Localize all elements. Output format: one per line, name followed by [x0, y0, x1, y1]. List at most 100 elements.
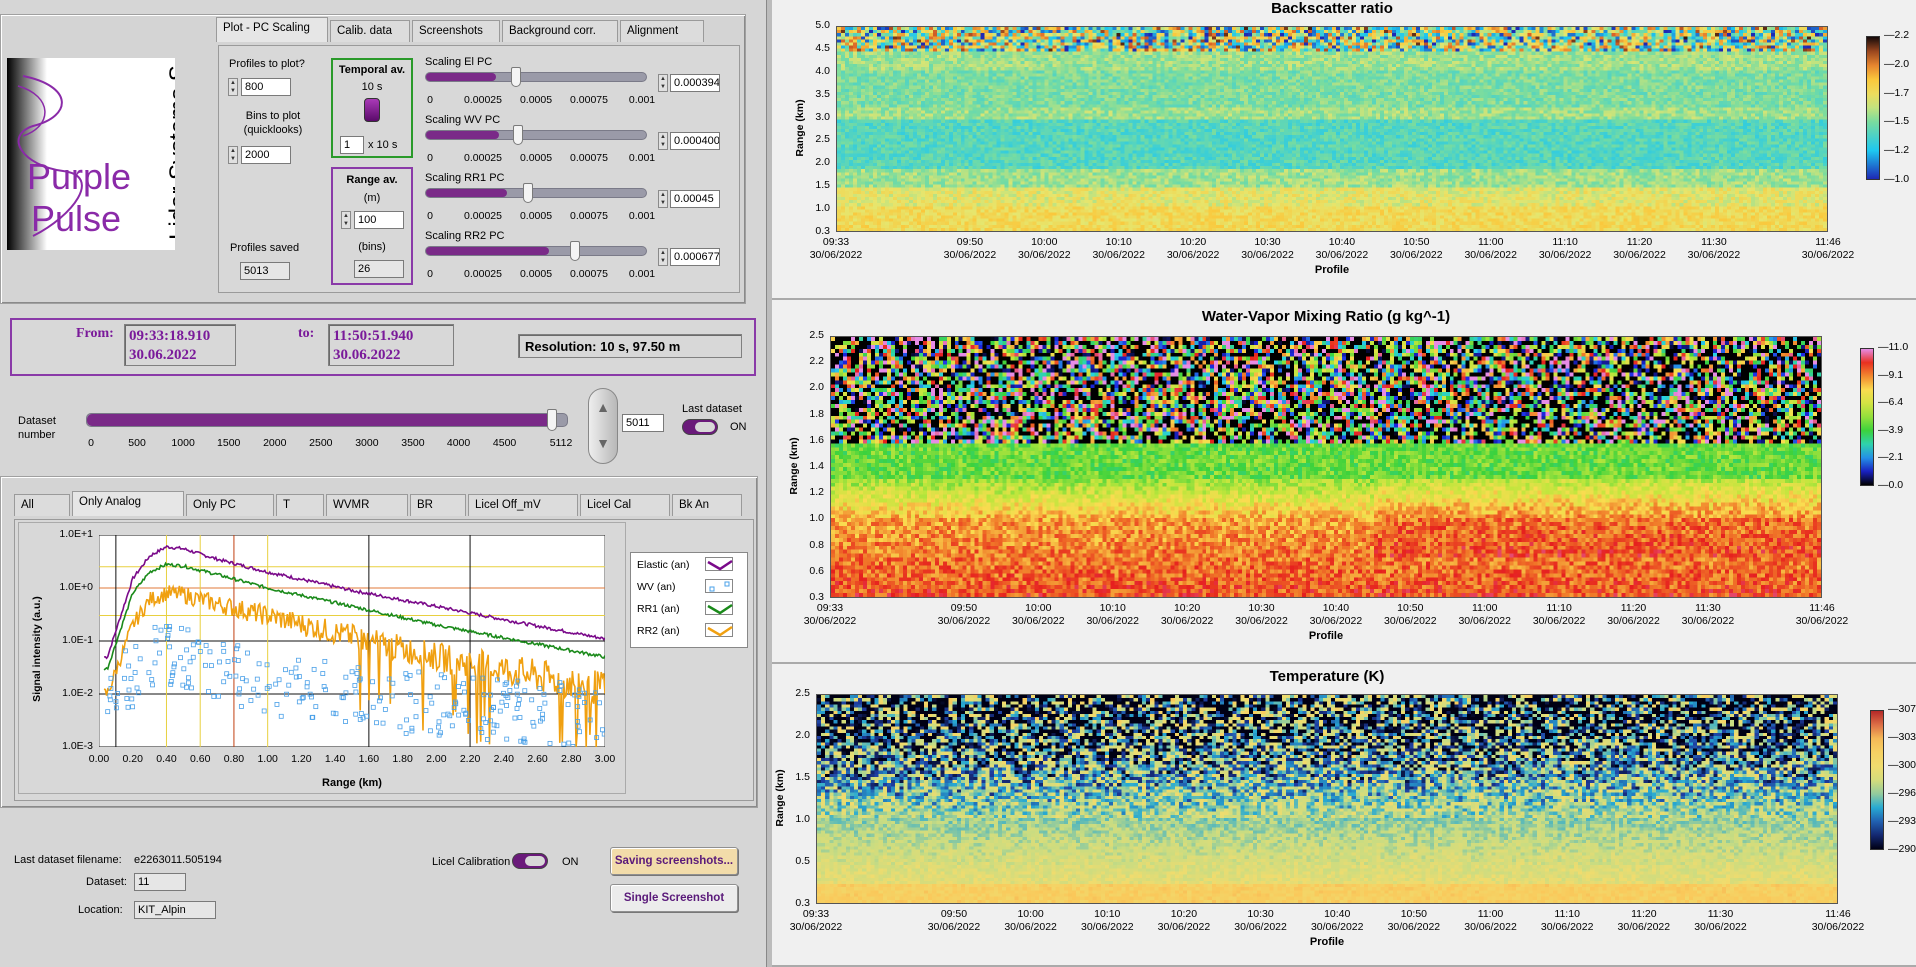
heatmap-xtick: 11:10 30/06/2022 — [1538, 236, 1592, 261]
heatmap-xtick: 11:46 30/06/2022 — [1801, 236, 1855, 261]
heatmap-xtick: 10:10 30/06/2022 — [1080, 908, 1134, 933]
scaling-el-value[interactable]: 0.000394 — [670, 74, 720, 92]
profiles-saved-value: 5013 — [240, 262, 290, 280]
tab-calib-data[interactable]: Calib. data — [330, 20, 410, 42]
tab-screenshots[interactable]: Screenshots — [412, 20, 500, 42]
heatmap-ytick: 1.2 — [809, 486, 824, 499]
signal-xtick: 1.00 — [257, 753, 278, 765]
scaling-rr1-spinner[interactable]: ▲ ▼ — [658, 190, 668, 208]
tab-alignment[interactable]: Alignment — [620, 20, 704, 42]
licel-cal-toggle[interactable] — [512, 853, 548, 869]
range-av-spinner[interactable]: ▲ ▼ — [341, 211, 351, 229]
heatmap-ytick: 1.5 — [795, 771, 810, 783]
profiles-to-plot-label: Profiles to plot? — [229, 58, 305, 70]
heatmap-xtick: 10:30 30/06/2022 — [1234, 908, 1287, 933]
heatmap-xtick: 10:00 30/06/2022 — [1012, 602, 1065, 627]
scaling-wv-slider[interactable] — [425, 125, 647, 145]
colorbar-label: —1.5 — [1884, 115, 1910, 128]
bins-spinner[interactable]: ▲ ▼ — [228, 146, 238, 164]
signal-plot-area — [99, 535, 605, 747]
temporal-av-multiplier[interactable]: 1 — [340, 136, 364, 154]
signal-ytick: 1.0E+1 — [59, 528, 93, 540]
heatmap-ylabel: Range (km) — [794, 99, 806, 157]
scaling-el-slider[interactable] — [425, 67, 647, 87]
logo-text-bottom: Pulse — [31, 198, 122, 239]
scaling-rr1-value[interactable]: 0.00045 — [670, 190, 720, 208]
dataset-stepper[interactable]: ▲ ▼ — [588, 388, 618, 464]
profiles-to-plot-input[interactable]: 800 — [241, 78, 291, 96]
scaling-wv-value[interactable]: 0.000400 — [670, 132, 720, 150]
heatmap-xtick: 11:46 30/06/2022 — [1811, 908, 1865, 933]
range-av-m-input[interactable]: 100 — [354, 211, 404, 229]
heatmap-ytick: 2.5 — [815, 133, 830, 146]
scaling-rr2-slider[interactable] — [425, 241, 647, 261]
scaling-wv-label: Scaling WV PC — [425, 114, 501, 126]
colorbar-label: —2.2 — [1884, 29, 1910, 41]
tab-background-corr[interactable]: Background corr. — [502, 20, 618, 42]
to-label: to: — [298, 326, 315, 341]
tab-t[interactable]: T — [276, 494, 324, 516]
single-screenshot-button[interactable]: Single Screenshot — [610, 884, 738, 912]
tab-only-pc[interactable]: Only PC — [186, 494, 274, 516]
colorbar-label: —1.7 — [1884, 86, 1910, 99]
company-name: Lidar Systems S.L. — [165, 58, 175, 240]
profiles-saved-label: Profiles saved — [230, 242, 300, 254]
from-label: From: — [76, 326, 114, 341]
tab-licel-cal[interactable]: Licel Cal — [580, 494, 670, 516]
heatmap-ylabel: Range (km) — [788, 437, 800, 495]
from-time: 09:33:18.910 — [129, 328, 211, 344]
legend-wv: WV (an) — [637, 581, 676, 593]
tab-plot-pc-scaling[interactable]: Plot - PC Scaling — [216, 17, 328, 42]
heatmap-ytick: 5.0 — [815, 19, 830, 31]
colorbar-label: —303.6 — [1888, 731, 1916, 743]
heatmap-xtick: 11:00 30/06/2022 — [1464, 908, 1517, 933]
colorbar-label: —6.4 — [1878, 396, 1904, 409]
heatmap-xtick: 09:33 30/06/2022 — [803, 602, 857, 627]
scaling-wv-spinner[interactable]: ▲ ▼ — [658, 132, 668, 150]
signal-ytick: 1.0E-2 — [62, 687, 93, 699]
temporal-av-unit: x 10 s — [368, 139, 398, 151]
last-dataset-toggle[interactable] — [682, 419, 718, 435]
dataset-slider[interactable] — [86, 409, 568, 431]
colorbar-label: —290.0 — [1888, 843, 1916, 855]
heatmap-xtick: 09:33 30/06/2022 — [809, 236, 863, 261]
dataset-number-label: Dataset number — [18, 415, 56, 441]
signal-xtick: 0.20 — [122, 753, 143, 765]
signal-legend: Elastic (an) WV (an) RR1 (an) RR2 (an) — [630, 552, 748, 648]
heatmap-ytick: 4.5 — [815, 41, 830, 54]
heatmap-ytick: 4.0 — [815, 64, 830, 77]
heatmap-ytick: 0.5 — [795, 855, 810, 867]
colorbar-label: —2.0 — [1884, 57, 1910, 70]
colorbar-label: —9.1 — [1878, 368, 1904, 381]
saving-screenshots-button[interactable]: Saving screenshots... — [610, 847, 738, 875]
scaling-rr2-value[interactable]: 0.000677 — [670, 248, 720, 266]
legend-elastic-swatch — [705, 557, 733, 571]
heatmap-xtick: 11:20 30/06/2022 — [1617, 908, 1671, 933]
heatmap-ytick: 3.5 — [815, 87, 830, 100]
heatmap-colorbar — [1870, 710, 1884, 850]
signal-xtick: 2.40 — [493, 753, 515, 765]
tab-only-analog[interactable]: Only Analog — [72, 491, 184, 516]
legend-rr2-swatch — [705, 623, 733, 637]
signal-xtick: 2.00 — [426, 753, 447, 765]
tab-bk-an[interactable]: Bk An — [672, 494, 742, 516]
heatmap-xtick: 09:50 30/06/2022 — [937, 602, 991, 627]
heatmap-xtick: 10:40 30/06/2022 — [1310, 908, 1364, 933]
scaling-rr2-spinner[interactable]: ▲ ▼ — [658, 248, 668, 266]
tab-wvmr[interactable]: WVMR — [326, 494, 408, 516]
heatmap-ytick: 0.8 — [809, 538, 824, 551]
tab-all[interactable]: All — [14, 494, 70, 516]
dataset-number-input[interactable]: 5011 — [622, 414, 664, 432]
tab-br[interactable]: BR — [410, 494, 466, 516]
scaling-el-spinner[interactable]: ▲ ▼ — [658, 74, 668, 92]
temporal-av-knob[interactable] — [364, 98, 380, 122]
signal-xtick: 1.60 — [358, 753, 380, 765]
signal-xtick: 2.60 — [527, 753, 548, 765]
scaling-rr1-slider[interactable] — [425, 183, 647, 203]
colorbar-label: —0.0 — [1878, 479, 1904, 491]
tab-licel-off[interactable]: Licel Off_mV — [468, 494, 578, 516]
bins-to-plot-input[interactable]: 2000 — [241, 146, 291, 164]
heatmap-xtick: 10:00 30/06/2022 — [1004, 908, 1057, 933]
profiles-spinner[interactable]: ▲ ▼ — [228, 78, 238, 96]
heatmap-xlabel: Profile — [1309, 936, 1345, 948]
